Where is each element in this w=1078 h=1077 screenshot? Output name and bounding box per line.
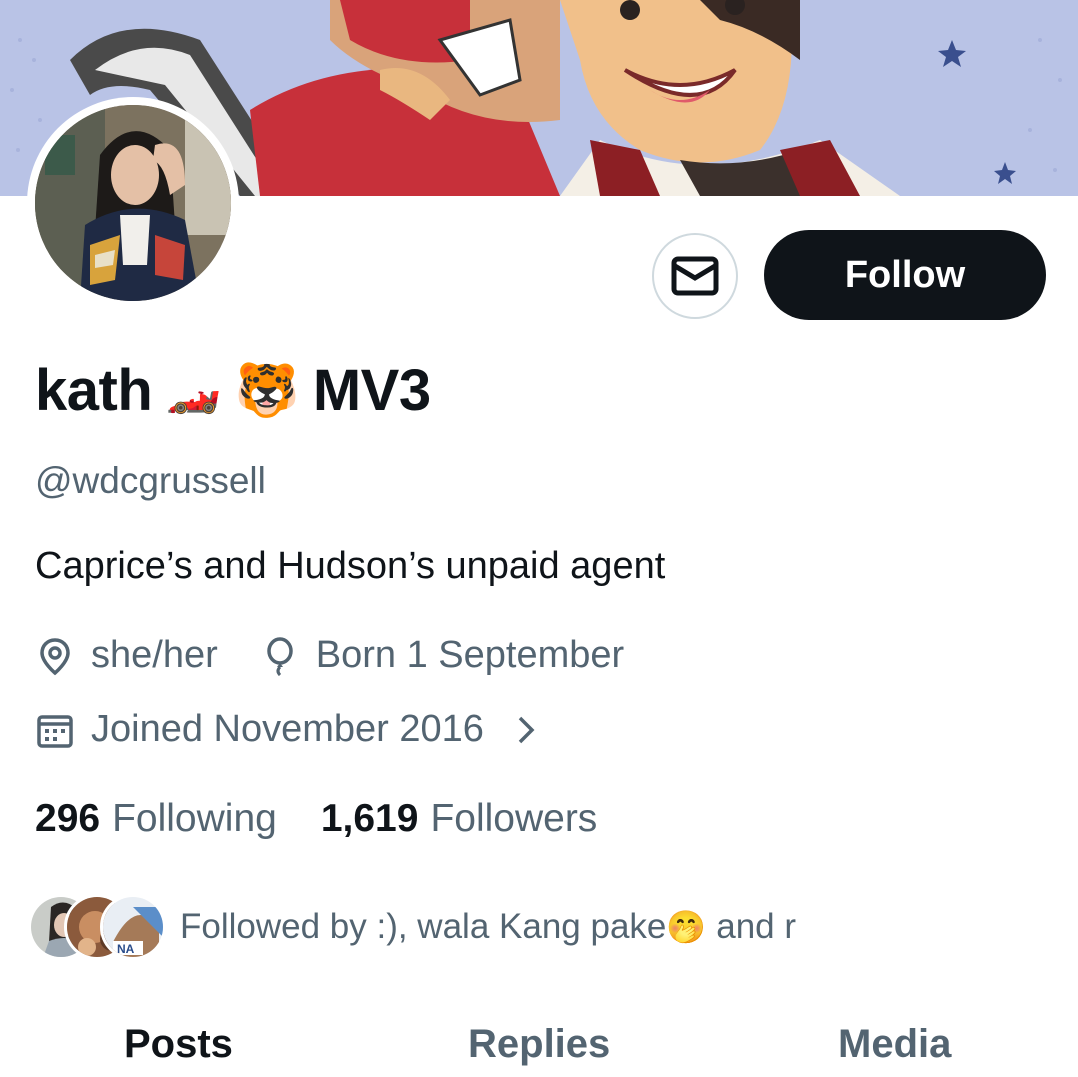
followers-count: 1,619: [320, 797, 419, 840]
race-car-emoji: 🏎️: [166, 366, 221, 415]
location-pin-icon: [35, 636, 75, 676]
message-button[interactable]: [652, 233, 738, 319]
joined-text: Joined November 2016: [91, 708, 484, 750]
following-count: 296: [35, 797, 101, 840]
birthday-text: Born 1 September: [315, 634, 625, 676]
user-handle: @wdcgrussell: [35, 460, 266, 501]
followers-label: Followers: [430, 797, 598, 840]
calendar-icon: [35, 710, 75, 750]
follower-avatar: NA: [100, 894, 166, 960]
profile-meta-row: she/her Born 1 September: [35, 634, 624, 677]
tab-replies[interactable]: Replies: [468, 1022, 610, 1067]
display-name-suffix: MV3: [312, 357, 431, 423]
following-label: Following: [112, 797, 277, 840]
profile-photo: [35, 105, 231, 301]
chevron-right-icon[interactable]: [506, 710, 546, 750]
follow-stats: 296 Following 1,619 Followers: [35, 797, 597, 841]
followed-by-tail: and r: [716, 907, 797, 946]
tab-media[interactable]: Media: [838, 1022, 951, 1067]
balloon-icon: [260, 636, 300, 676]
followed-by-text: Followed by :), wala Kang pake 🤭 and r: [180, 907, 796, 947]
follow-button[interactable]: Follow: [764, 230, 1046, 320]
followed-by[interactable]: NA Followed by :), wala Kang pake 🤭 and …: [28, 892, 796, 962]
hand-over-mouth-emoji: 🤭: [666, 909, 707, 945]
tab-posts[interactable]: Posts: [124, 1022, 233, 1067]
tiger-emoji: 🐯: [234, 361, 300, 420]
avatar[interactable]: [27, 97, 239, 309]
followers-link[interactable]: 1,619 Followers: [321, 797, 597, 841]
following-link[interactable]: 296 Following: [35, 797, 277, 841]
envelope-icon: [671, 256, 719, 296]
svg-text:NA: NA: [117, 942, 135, 956]
display-name: kath 🏎️ 🐯 MV3: [35, 355, 431, 425]
display-name-text: kath: [35, 357, 153, 423]
bio: Caprice’s and Hudson’s unpaid agent: [35, 545, 666, 587]
joined-row[interactable]: Joined November 2016: [35, 708, 562, 751]
followed-by-names: Followed by :), wala Kang pake: [180, 907, 667, 946]
profile-tabs: Posts Replies Media: [0, 1010, 1078, 1077]
location-text: she/her: [91, 634, 218, 676]
